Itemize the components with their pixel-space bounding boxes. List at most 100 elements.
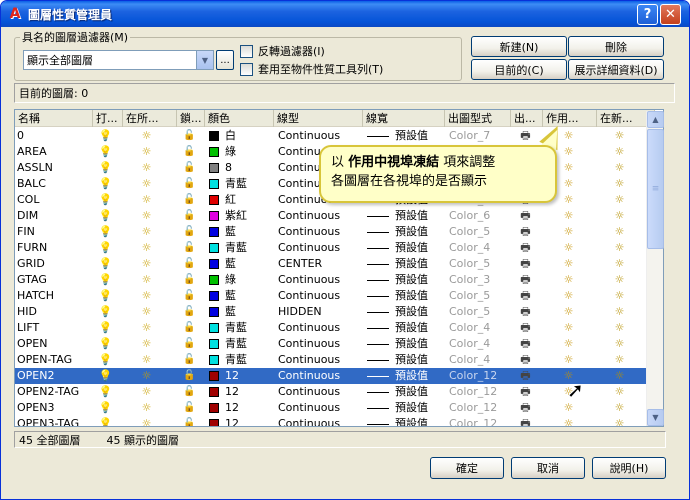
printer-icon[interactable]: 🖶: [519, 401, 532, 414]
sun-thaw-icon[interactable]: ☼: [140, 305, 153, 318]
lightbulb-on-icon[interactable]: 💡: [99, 225, 113, 238]
lightbulb-on-icon[interactable]: 💡: [99, 209, 113, 222]
help-icon[interactable]: ?: [637, 4, 658, 25]
viewport-freeze-icon[interactable]: ☼: [562, 273, 575, 286]
sun-thaw-icon[interactable]: ☼: [140, 209, 153, 222]
printer-icon[interactable]: 🖶: [519, 353, 532, 366]
lightbulb-on-icon[interactable]: 💡: [99, 193, 113, 206]
lightbulb-on-icon[interactable]: 💡: [99, 129, 113, 142]
linetype[interactable]: Continuous: [276, 320, 362, 336]
color-swatch[interactable]: [209, 147, 219, 157]
column-header[interactable]: 打...: [93, 110, 123, 127]
printer-icon[interactable]: 🖶: [519, 369, 532, 382]
linetype[interactable]: Continuous: [276, 352, 362, 368]
lineweight[interactable]: 預設值: [393, 320, 443, 336]
layer-row[interactable]: FURN 💡 ☼ 🔓 青藍 Continuous 預設值 Color_4 🖶 ☼ ☼: [15, 240, 655, 256]
printer-icon[interactable]: 🖶: [519, 273, 532, 286]
lightbulb-on-icon[interactable]: 💡: [99, 177, 113, 190]
viewport-freeze-icon[interactable]: ☼: [562, 145, 575, 158]
column-header[interactable]: 在所...: [123, 110, 177, 127]
new-viewport-freeze-icon[interactable]: ☼: [613, 129, 626, 142]
sun-thaw-icon[interactable]: ☼: [140, 273, 153, 286]
linetype[interactable]: Continuous: [276, 400, 362, 416]
unlock-icon[interactable]: 🔓: [183, 129, 196, 142]
new-button[interactable]: 新建(N): [471, 36, 567, 57]
delete-button[interactable]: 刪除: [568, 36, 664, 57]
sun-thaw-icon[interactable]: ☼: [140, 369, 153, 382]
lightbulb-on-icon[interactable]: 💡: [99, 161, 113, 174]
unlock-icon[interactable]: 🔓: [183, 385, 196, 398]
show-details-button[interactable]: 展示詳細資料(D): [568, 59, 664, 80]
unlock-icon[interactable]: 🔓: [183, 417, 196, 426]
new-viewport-freeze-icon[interactable]: ☼: [613, 161, 626, 174]
color-swatch[interactable]: [209, 275, 219, 285]
lineweight[interactable]: 預設值: [393, 288, 443, 304]
unlock-icon[interactable]: 🔓: [183, 337, 196, 350]
color-swatch[interactable]: [209, 131, 219, 141]
column-header[interactable]: 名稱: [15, 110, 93, 127]
scroll-up-icon[interactable]: ▲: [647, 111, 664, 128]
linetype[interactable]: HIDDEN: [276, 304, 362, 320]
viewport-freeze-icon[interactable]: ☼: [562, 257, 575, 270]
sun-thaw-icon[interactable]: ☼: [140, 353, 153, 366]
lightbulb-on-icon[interactable]: 💡: [99, 321, 113, 334]
lineweight[interactable]: 預設值: [393, 224, 443, 240]
ok-button[interactable]: 確定: [430, 457, 504, 479]
color-swatch[interactable]: [209, 243, 219, 253]
lineweight[interactable]: 預設值: [393, 256, 443, 272]
new-viewport-freeze-icon[interactable]: ☼: [613, 305, 626, 318]
viewport-freeze-icon[interactable]: ☼: [562, 289, 575, 302]
lineweight[interactable]: 預設值: [393, 368, 443, 384]
invert-filter-checkbox[interactable]: [240, 44, 253, 58]
new-viewport-freeze-icon[interactable]: ☼: [613, 145, 626, 158]
viewport-freeze-icon[interactable]: ☼: [562, 417, 575, 426]
printer-icon[interactable]: 🖶: [519, 209, 532, 222]
printer-icon[interactable]: 🖶: [519, 305, 532, 318]
lineweight[interactable]: 預設值: [393, 400, 443, 416]
lightbulb-on-icon[interactable]: 💡: [99, 289, 113, 302]
sun-thaw-icon[interactable]: ☼: [140, 225, 153, 238]
lineweight[interactable]: 預設值: [393, 352, 443, 368]
viewport-freeze-icon[interactable]: ☼: [562, 305, 575, 318]
new-viewport-freeze-icon[interactable]: ☼: [613, 289, 626, 302]
color-swatch[interactable]: [209, 179, 219, 189]
layer-row[interactable]: OPEN2 💡 ☼ 🔓 12 Continuous 預設值 Color_12 🖶 ☼ ☼: [15, 368, 655, 384]
lightbulb-on-icon[interactable]: 💡: [99, 145, 113, 158]
layer-row[interactable]: OPEN2-TAG 💡 ☼ 🔓 12 Continuous 預設值 Color_12 🖶 ☼ ☼: [15, 384, 655, 400]
color-swatch[interactable]: [209, 323, 219, 333]
column-header[interactable]: 出圖型式: [445, 110, 511, 127]
new-viewport-freeze-icon[interactable]: ☼: [613, 401, 626, 414]
lineweight[interactable]: 預設值: [393, 128, 443, 144]
linetype[interactable]: Continuous: [276, 384, 362, 400]
lineweight[interactable]: 預設值: [393, 304, 443, 320]
lightbulb-on-icon[interactable]: 💡: [99, 241, 113, 254]
cancel-button[interactable]: 取消: [511, 457, 585, 479]
viewport-freeze-icon[interactable]: ☼: [562, 225, 575, 238]
lightbulb-on-icon[interactable]: 💡: [99, 257, 113, 270]
column-header[interactable]: 顏色: [205, 110, 274, 127]
column-header[interactable]: 鎖...: [177, 110, 205, 127]
layer-row[interactable]: OPEN3 💡 ☼ 🔓 12 Continuous 預設值 Color_12 🖶 ☼ ☼: [15, 400, 655, 416]
close-icon[interactable]: ✕: [660, 4, 681, 25]
viewport-freeze-icon[interactable]: ☼: [562, 177, 575, 190]
column-header[interactable]: 出...: [511, 110, 543, 127]
layer-row[interactable]: FIN 💡 ☼ 🔓 藍 Continuous 預設值 Color_5 🖶 ☼ ☼: [15, 224, 655, 240]
unlock-icon[interactable]: 🔓: [183, 289, 196, 302]
lightbulb-on-icon[interactable]: 💡: [99, 401, 113, 414]
lineweight[interactable]: 預設值: [393, 208, 443, 224]
linetype[interactable]: Continuous: [276, 128, 362, 144]
viewport-freeze-icon[interactable]: ☼: [562, 321, 575, 334]
color-swatch[interactable]: [209, 339, 219, 349]
unlock-icon[interactable]: 🔓: [183, 241, 196, 254]
printer-icon[interactable]: 🖶: [519, 257, 532, 270]
lineweight[interactable]: 預設值: [393, 384, 443, 400]
current-button[interactable]: 目前的(C): [471, 59, 567, 80]
sun-thaw-icon[interactable]: ☼: [140, 337, 153, 350]
sun-thaw-icon[interactable]: ☼: [140, 385, 153, 398]
new-viewport-freeze-icon[interactable]: ☼: [613, 257, 626, 270]
printer-icon[interactable]: 🖶: [519, 129, 532, 142]
color-swatch[interactable]: [209, 387, 219, 397]
filter-browse-button[interactable]: ...: [216, 50, 234, 70]
unlock-icon[interactable]: 🔓: [183, 305, 196, 318]
sun-thaw-icon[interactable]: ☼: [140, 161, 153, 174]
